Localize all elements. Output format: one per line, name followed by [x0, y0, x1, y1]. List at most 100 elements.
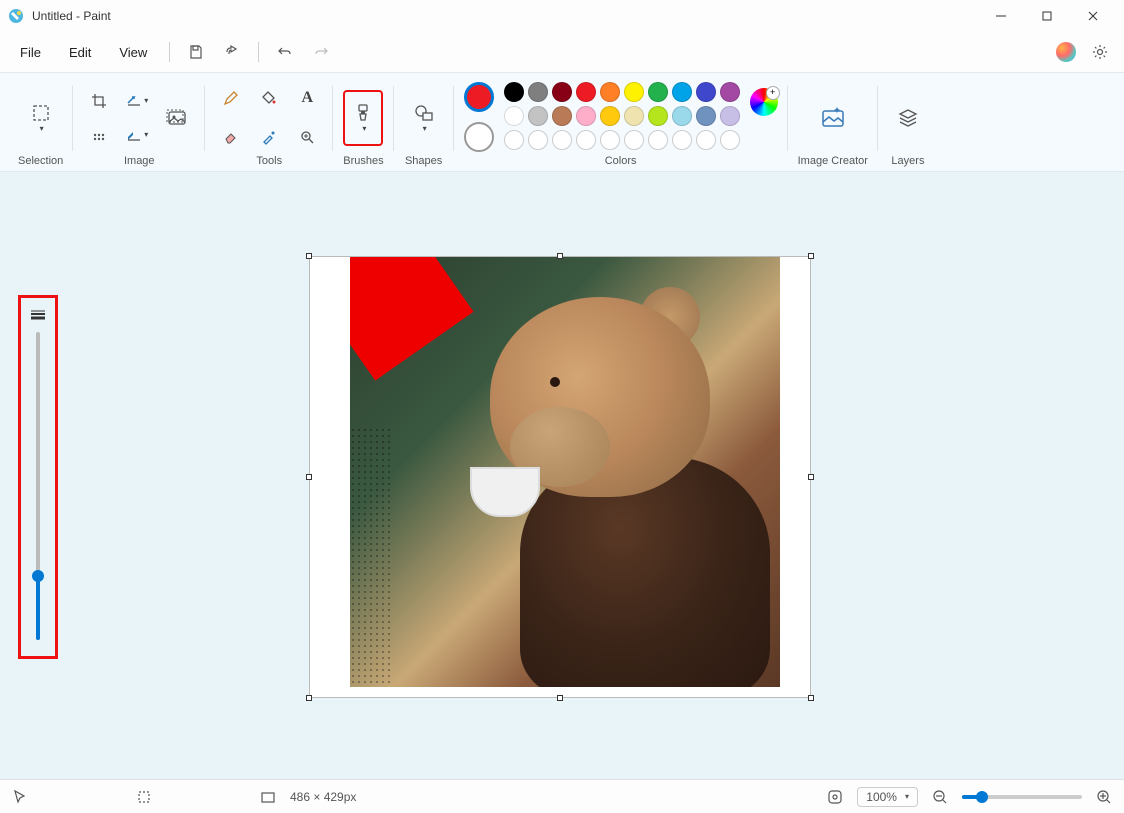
ribbon-label-brushes: Brushes — [343, 155, 383, 171]
color-swatch[interactable] — [672, 106, 692, 126]
close-button[interactable] — [1070, 0, 1116, 32]
zoom-slider[interactable] — [962, 795, 1082, 799]
canvas[interactable] — [310, 257, 810, 697]
maximize-button[interactable] — [1024, 0, 1070, 32]
color-swatch-empty[interactable] — [696, 130, 716, 150]
color-swatch-empty[interactable] — [504, 130, 524, 150]
color-swatch-empty[interactable] — [648, 130, 668, 150]
zoom-out-button[interactable] — [932, 789, 948, 805]
color-swatch[interactable] — [576, 82, 596, 102]
color-swatch-empty[interactable] — [624, 130, 644, 150]
rotate-button[interactable] — [83, 120, 115, 150]
color-swatch[interactable] — [600, 106, 620, 126]
resize-handle[interactable] — [306, 474, 312, 480]
ribbon-label-tools: Tools — [256, 155, 282, 171]
crop-button[interactable] — [83, 86, 115, 116]
ribbon-group-layers: Layers — [878, 76, 938, 171]
color-swatch[interactable] — [720, 82, 740, 102]
color-swatch[interactable] — [648, 82, 668, 102]
color-swatch-empty[interactable] — [672, 130, 692, 150]
image-select-button[interactable] — [159, 90, 195, 146]
chevron-down-icon: ▾ — [362, 124, 366, 133]
resize-handle[interactable] — [306, 253, 312, 259]
shapes-button[interactable]: ▾ — [404, 90, 444, 146]
cursor-position-icon — [12, 789, 28, 805]
layers-button[interactable] — [888, 90, 928, 146]
ribbon-label-image-creator: Image Creator — [798, 155, 868, 171]
pencil-tool[interactable] — [215, 83, 247, 113]
brush-size-slider-panel — [18, 295, 58, 659]
color-swatch-empty[interactable] — [528, 130, 548, 150]
zoom-level: 100% — [866, 790, 897, 804]
brushes-button[interactable]: ▾ — [343, 90, 383, 146]
text-tool[interactable]: A — [291, 83, 323, 113]
resize-handle[interactable] — [808, 695, 814, 701]
chevron-down-icon: ▾ — [423, 124, 427, 133]
color-swatch[interactable] — [528, 82, 548, 102]
ribbon-label-shapes: Shapes — [405, 155, 442, 171]
color-swatch-empty[interactable] — [552, 130, 572, 150]
color-2[interactable] — [464, 122, 494, 152]
color-swatch[interactable] — [648, 106, 668, 126]
resize-handle[interactable] — [557, 695, 563, 701]
color-swatch[interactable] — [504, 106, 524, 126]
ribbon-group-tools: A Tools — [205, 76, 333, 171]
paint-app-icon — [8, 8, 24, 24]
fill-tool[interactable] — [253, 83, 285, 113]
ribbon-label-colors: Colors — [605, 155, 637, 171]
eraser-tool[interactable] — [215, 122, 247, 152]
color-swatch-empty[interactable] — [600, 130, 620, 150]
zoom-in-button[interactable] — [1096, 789, 1112, 805]
canvas-dimensions: 486 × 429px — [290, 790, 356, 804]
menu-bar: File Edit View — [0, 32, 1124, 72]
menu-view[interactable]: View — [107, 39, 159, 66]
fit-screen-icon[interactable] — [827, 789, 843, 805]
edit-colors-button[interactable] — [750, 88, 778, 116]
color-swatch[interactable] — [720, 106, 740, 126]
color-swatch[interactable] — [600, 82, 620, 102]
color-1[interactable] — [464, 82, 494, 112]
color-swatch[interactable] — [576, 106, 596, 126]
brush-size-thumb[interactable] — [32, 570, 44, 582]
window-title: Untitled - Paint — [32, 9, 111, 23]
color-swatch[interactable] — [528, 106, 548, 126]
ribbon: ▾ Selection ▾ ▾ Image A Tools ▾ — [0, 72, 1124, 172]
color-swatch[interactable] — [696, 82, 716, 102]
ribbon-label-layers: Layers — [891, 155, 924, 171]
resize-handle[interactable] — [306, 695, 312, 701]
save-button[interactable] — [180, 36, 212, 68]
color-swatch[interactable] — [624, 106, 644, 126]
undo-button[interactable] — [269, 36, 301, 68]
color-swatch-empty[interactable] — [720, 130, 740, 150]
brush-size-slider[interactable] — [36, 332, 40, 640]
color-swatch[interactable] — [624, 82, 644, 102]
share-button[interactable] — [216, 36, 248, 68]
menu-edit[interactable]: Edit — [57, 39, 103, 66]
settings-button[interactable] — [1084, 36, 1116, 68]
copilot-icon[interactable] — [1056, 42, 1076, 62]
flip-button[interactable]: ▾ — [121, 120, 153, 150]
status-bar: 486 × 429px 100% ▾ — [0, 779, 1124, 813]
zoom-level-dropdown[interactable]: 100% ▾ — [857, 787, 918, 807]
color-swatch-empty[interactable] — [576, 130, 596, 150]
resize-handle[interactable] — [808, 474, 814, 480]
color-swatch[interactable] — [504, 82, 524, 102]
magnifier-tool[interactable] — [291, 122, 323, 152]
color-palette — [504, 82, 740, 150]
resize-button[interactable]: ▾ — [121, 86, 153, 116]
minimize-button[interactable] — [978, 0, 1024, 32]
color-swatch[interactable] — [696, 106, 716, 126]
ribbon-group-brushes: ▾ Brushes — [333, 76, 393, 171]
color-picker-tool[interactable] — [253, 122, 285, 152]
menu-file[interactable]: File — [8, 39, 53, 66]
title-bar: Untitled - Paint — [0, 0, 1124, 32]
resize-handle[interactable] — [557, 253, 563, 259]
color-swatch[interactable] — [672, 82, 692, 102]
color-swatch[interactable] — [552, 106, 572, 126]
image-creator-button[interactable] — [805, 90, 861, 146]
redo-button[interactable] — [305, 36, 337, 68]
selection-tool[interactable]: ▾ — [21, 90, 61, 146]
color-swatch[interactable] — [552, 82, 572, 102]
zoom-slider-thumb[interactable] — [976, 791, 988, 803]
resize-handle[interactable] — [808, 253, 814, 259]
